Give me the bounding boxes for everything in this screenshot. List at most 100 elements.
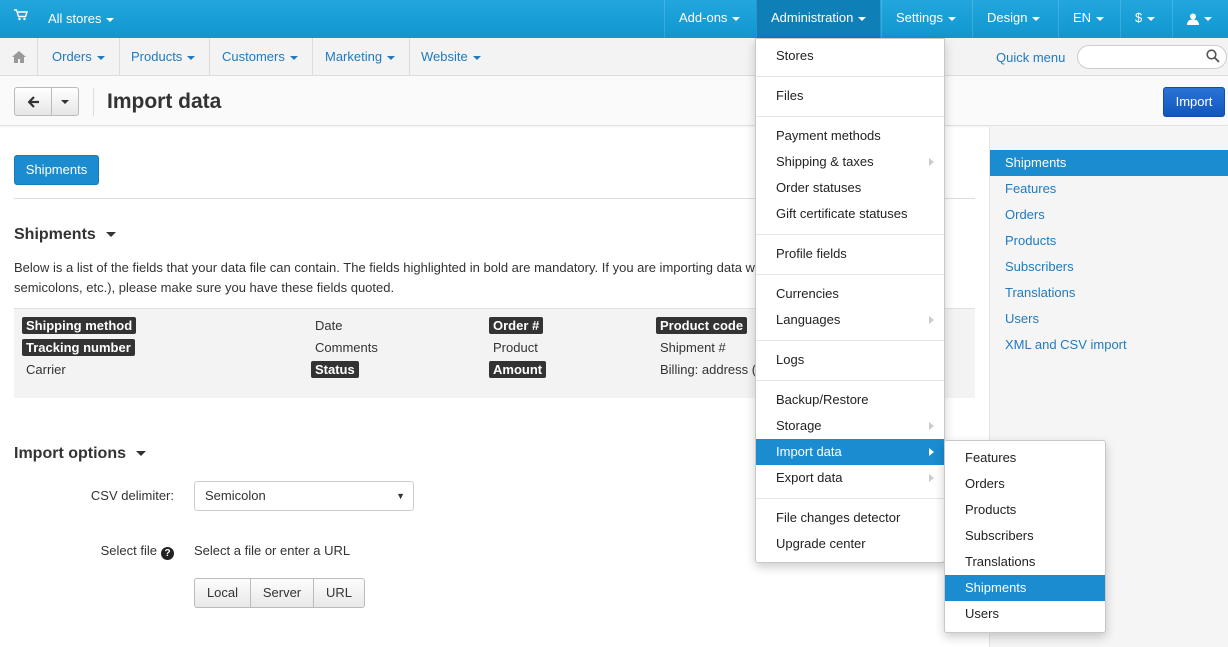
submenu-item-translations[interactable]: Translations <box>945 549 1105 575</box>
all-stores-label: All stores <box>48 11 102 26</box>
menu-item-profile-fields[interactable]: Profile fields <box>756 241 944 267</box>
submenu-item-features[interactable]: Features <box>945 445 1105 471</box>
menu-item-order-statuses[interactable]: Order statuses <box>756 175 944 201</box>
menu-item-shipping-taxes[interactable]: Shipping & taxes <box>756 149 944 175</box>
nav-marketing[interactable]: Marketing <box>311 38 411 75</box>
field-amount: Amount <box>489 361 547 378</box>
import-options-title: Import options <box>14 445 126 462</box>
sidebar-item-orders[interactable]: Orders <box>990 202 1228 228</box>
nav-language[interactable]: EN <box>1058 0 1118 38</box>
page-title: Import data <box>107 90 222 113</box>
chevron-right-icon <box>929 158 934 166</box>
chevron-down-icon <box>947 16 956 21</box>
menu-item-languages[interactable]: Languages <box>756 307 944 333</box>
chevron-down-icon <box>1096 16 1105 21</box>
chevron-down-icon <box>105 232 116 238</box>
nav-design[interactable]: Design <box>972 0 1054 38</box>
chevron-down-icon <box>96 55 105 60</box>
sidebar-item-users[interactable]: Users <box>990 306 1228 332</box>
tools-dropdown-button[interactable] <box>51 87 79 116</box>
chevron-down-icon <box>187 55 196 60</box>
menu-item-currencies[interactable]: Currencies <box>756 281 944 307</box>
field-date: Date <box>315 318 343 333</box>
field-status: Status <box>311 361 359 378</box>
chevron-right-icon <box>929 422 934 430</box>
menu-item-file-changes-detector[interactable]: File changes detector <box>756 505 944 531</box>
submenu-item-products[interactable]: Products <box>945 497 1105 523</box>
menu-divider <box>756 274 944 275</box>
sidebar-item-translations[interactable]: Translations <box>990 280 1228 306</box>
select-file-label: Select file? <box>60 543 174 560</box>
menu-item-logs[interactable]: Logs <box>756 347 944 373</box>
source-server-button[interactable]: Server <box>250 578 314 608</box>
all-stores-dropdown[interactable]: All stores <box>48 11 115 26</box>
search-icon <box>1206 49 1220 63</box>
nav-customers[interactable]: Customers <box>208 38 313 75</box>
help-icon[interactable]: ? <box>161 547 174 560</box>
home-button[interactable] <box>0 38 38 76</box>
field-shipping-method: Shipping method <box>22 317 137 334</box>
menu-item-export-data[interactable]: Export data <box>756 465 944 491</box>
menu-divider <box>756 116 944 117</box>
sidebar-item-shipments[interactable]: Shipments <box>990 150 1228 176</box>
menu-item-import-data[interactable]: Import data <box>756 439 944 465</box>
menu-divider <box>756 498 944 499</box>
menu-item-payment-methods[interactable]: Payment methods <box>756 123 944 149</box>
select-file-hint: Select a file or enter a URL <box>194 543 351 558</box>
field-product-code: Product code <box>656 317 748 334</box>
back-button[interactable] <box>14 87 52 116</box>
search-input[interactable] <box>1077 45 1227 69</box>
sidebar-item-xml-csv-import[interactable]: XML and CSV import <box>990 332 1228 358</box>
nav-website[interactable]: Website <box>407 38 495 75</box>
chevron-down-icon <box>61 100 69 104</box>
nav-settings[interactable]: Settings <box>881 0 970 38</box>
sidebar-item-subscribers[interactable]: Subscribers <box>990 254 1228 280</box>
menu-item-stores[interactable]: Stores <box>756 43 944 69</box>
nav-add-ons[interactable]: Add-ons <box>664 0 754 38</box>
source-local-button[interactable]: Local <box>194 578 251 608</box>
sidebar-item-features[interactable]: Features <box>990 176 1228 202</box>
csv-delimiter-select[interactable]: Semicolon ▼ <box>194 481 414 511</box>
cart-icon[interactable] <box>14 9 28 21</box>
menu-item-files[interactable]: Files <box>756 83 944 109</box>
shipments-section-toggle[interactable]: Shipments <box>14 226 116 244</box>
field-order-number: Order # <box>489 317 544 334</box>
chevron-down-icon <box>1204 16 1212 21</box>
field-comments: Comments <box>315 340 378 355</box>
chevron-down-icon <box>1032 16 1041 21</box>
quick-menu-link[interactable]: Quick menu <box>996 50 1065 65</box>
import-button[interactable]: Import <box>1163 87 1225 117</box>
submenu-item-orders[interactable]: Orders <box>945 471 1105 497</box>
menu-item-storage[interactable]: Storage <box>756 413 944 439</box>
nav-administration[interactable]: Administration <box>756 0 881 38</box>
chevron-right-icon <box>929 316 934 324</box>
toolbar-divider <box>93 88 94 116</box>
chevron-down-icon <box>858 16 867 21</box>
chevron-right-icon <box>929 474 934 482</box>
field-billing-address: Billing: address ( <box>660 362 757 377</box>
menu-item-backup-restore[interactable]: Backup/Restore <box>756 387 944 413</box>
nav-products[interactable]: Products <box>117 38 211 75</box>
menu-item-gift-certificate-statuses[interactable]: Gift certificate statuses <box>756 201 944 227</box>
arrow-left-icon <box>28 96 39 108</box>
nav-currency[interactable]: $ <box>1120 0 1169 38</box>
chevron-down-icon <box>106 17 115 22</box>
nav-orders[interactable]: Orders <box>38 38 120 75</box>
chevron-down-icon <box>135 451 146 457</box>
tab-shipments[interactable]: Shipments <box>14 155 99 185</box>
import-options-toggle[interactable]: Import options <box>14 445 146 463</box>
menu-divider <box>756 380 944 381</box>
menu-divider <box>756 234 944 235</box>
source-url-button[interactable]: URL <box>313 578 365 608</box>
submenu-item-shipments[interactable]: Shipments <box>945 575 1105 601</box>
csv-delimiter-label: CSV delimiter: <box>90 488 174 503</box>
nav-user-menu[interactable] <box>1172 0 1228 38</box>
chevron-right-icon <box>929 448 934 456</box>
submenu-item-users[interactable]: Users <box>945 601 1105 627</box>
field-carrier: Carrier <box>26 362 66 377</box>
submenu-item-subscribers[interactable]: Subscribers <box>945 523 1105 549</box>
sidebar-item-products[interactable]: Products <box>990 228 1228 254</box>
menu-item-upgrade-center[interactable]: Upgrade center <box>756 531 944 557</box>
chevron-down-icon <box>387 55 396 60</box>
chevron-down-icon <box>472 55 481 60</box>
